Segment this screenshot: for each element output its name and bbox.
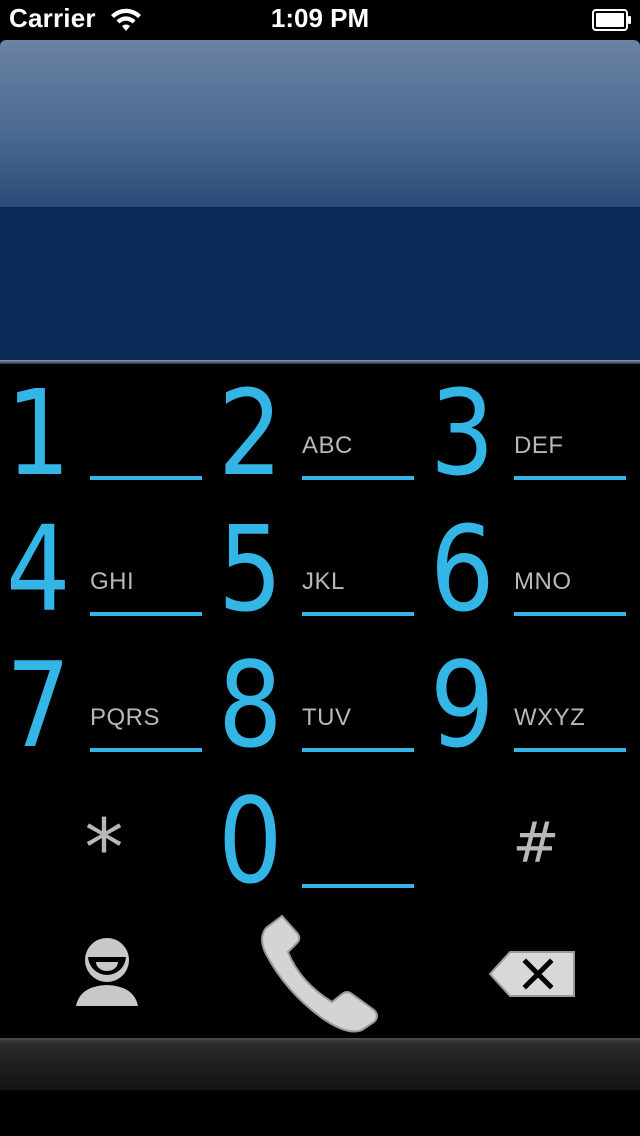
key-digit: 4 (6, 500, 71, 638)
key-1[interactable]: 1 (0, 364, 212, 500)
key-letters: TUV (302, 704, 352, 731)
key-underline (514, 612, 626, 616)
contacts-button[interactable] (60, 932, 154, 1016)
key-underline (514, 476, 626, 480)
backspace-icon (488, 951, 575, 997)
key-digit: 3 (430, 364, 495, 502)
key-9[interactable]: 9 WXYZ (424, 636, 636, 772)
key-0[interactable]: 0 (212, 772, 424, 908)
key-letters: MNO (514, 568, 572, 595)
status-time: 1:09 PM (270, 3, 370, 33)
key-letters: DEF (514, 432, 564, 459)
key-digit: 8 (218, 636, 283, 774)
key-digit: 5 (218, 500, 283, 638)
delete-button[interactable] (486, 948, 578, 1000)
status-bar: Carrier 1:09 PM (0, 0, 640, 40)
key-digit: 6 (430, 500, 495, 638)
call-button[interactable] (252, 910, 388, 1040)
key-symbol: # (512, 811, 560, 876)
dial-keypad: 1 2 ABC 3 DEF 4 GHI 5 JKL 6 MNO 7 PQRS 8… (0, 364, 640, 912)
key-digit: 0 (218, 772, 283, 910)
key-3[interactable]: 3 DEF (424, 364, 636, 500)
person-icon (76, 938, 138, 1006)
key-digit: 1 (6, 364, 71, 502)
battery-icon (592, 9, 631, 31)
display-gloss (0, 40, 640, 207)
key-underline (90, 612, 202, 616)
bottom-bar (0, 1038, 640, 1090)
number-display (0, 40, 640, 362)
key-8[interactable]: 8 TUV (212, 636, 424, 772)
phone-handset-icon (261, 914, 378, 1033)
key-underline (302, 748, 414, 752)
key-letters: GHI (90, 568, 135, 595)
key-symbol: * (84, 804, 124, 894)
key-underline (302, 476, 414, 480)
key-digit: 9 (430, 636, 495, 774)
key-5[interactable]: 5 JKL (212, 500, 424, 636)
key-hash[interactable]: # (424, 772, 636, 908)
key-underline (90, 476, 202, 480)
key-star[interactable]: * (0, 772, 212, 908)
key-6[interactable]: 6 MNO (424, 500, 636, 636)
key-letters: WXYZ (514, 704, 586, 731)
key-letters: PQRS (90, 704, 161, 731)
key-letters: JKL (302, 568, 345, 595)
key-letters: ABC (302, 432, 353, 459)
key-underline (514, 748, 626, 752)
display-base (0, 207, 640, 362)
key-4[interactable]: 4 GHI (0, 500, 212, 636)
key-2[interactable]: 2 ABC (212, 364, 424, 500)
key-underline (90, 748, 202, 752)
key-digit: 7 (6, 636, 71, 774)
key-7[interactable]: 7 PQRS (0, 636, 212, 772)
key-underline (302, 612, 414, 616)
key-digit: 2 (218, 364, 283, 502)
key-underline (302, 884, 414, 888)
